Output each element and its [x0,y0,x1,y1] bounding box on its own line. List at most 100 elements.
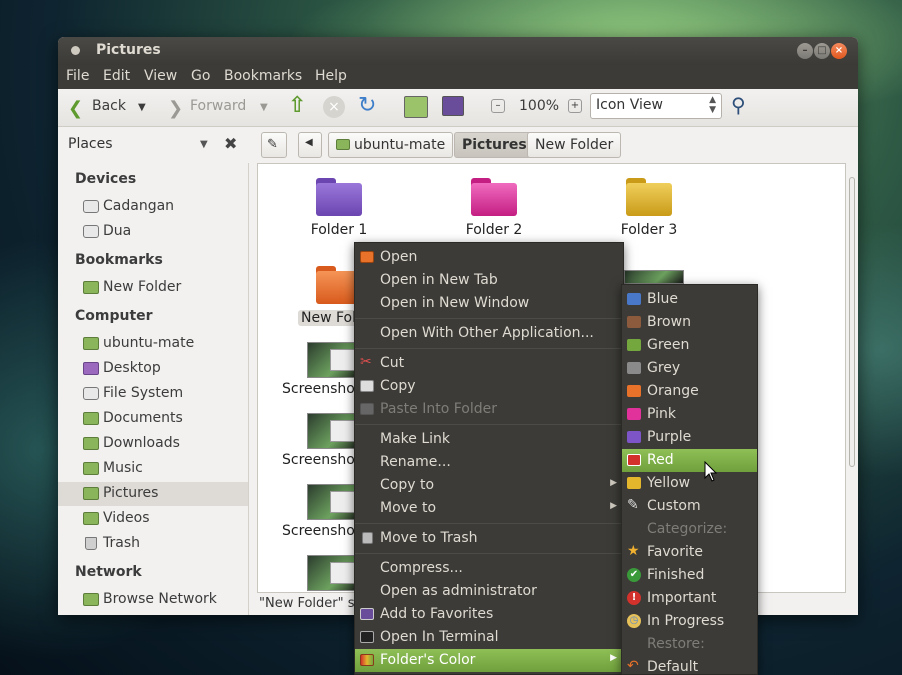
sidebar-item-browse-network[interactable]: Browse Network [58,588,248,612]
menu-item-color-orange[interactable]: Orange [622,380,757,403]
sidebar-item-documents[interactable]: Documents [58,407,248,431]
scrollbar-thumb[interactable] [849,177,855,467]
menu-separator [355,318,623,319]
folder-1-icon[interactable] [316,178,362,216]
sidebar-item-ubuntu-mate[interactable]: ubuntu-mate [58,332,248,356]
computer-icon[interactable] [442,96,464,116]
folder-2-icon[interactable] [471,178,517,216]
menu-item-color-custom[interactable]: ✎Custom [622,495,757,518]
toggle-location-button[interactable]: ✎ [261,132,287,158]
menu-item-add-to-favorites[interactable]: Add to Favorites [355,603,623,626]
menu-item-in-progress[interactable]: ◷In Progress [622,610,757,633]
menu-item-compress[interactable]: Compress... [355,557,623,580]
folder-3-label[interactable]: Folder 3 [589,222,709,238]
maximize-button[interactable]: □ [814,43,830,59]
screenshot-label[interactable]: Screenshot [282,381,360,397]
search-icon[interactable]: ⚲ [731,93,746,117]
zoom-out-icon[interactable]: – [491,99,505,113]
menu-item-label: Make Link [380,431,450,447]
window-menu-icon[interactable] [71,46,80,55]
folder-1-label[interactable]: Folder 1 [279,222,399,238]
home-icon[interactable] [404,96,428,118]
view-mode-select[interactable]: Icon View ▲▼ [590,93,722,119]
folder-3-icon[interactable] [626,178,672,216]
new-folder-label[interactable]: New Fol [298,310,359,326]
menu-item-color-red[interactable]: Red [622,449,757,472]
menu-item-move-to-trash[interactable]: Move to Trash [355,527,623,550]
menu-item-color-green[interactable]: Green [622,334,757,357]
menu-item-label: Purple [647,429,691,445]
screenshot-thumbnail[interactable] [624,270,684,284]
downloads-folder-icon [83,437,99,450]
menu-item-copy[interactable]: Copy [355,375,623,398]
menu-item-open-new-tab[interactable]: Open in New Tab [355,269,623,292]
sidebar-item-videos[interactable]: Videos [58,507,248,531]
menu-item-color-yellow[interactable]: Yellow [622,472,757,495]
menu-item-move-to[interactable]: Move to▶ [355,497,623,520]
sidebar-item-label: Trash [103,535,140,551]
menu-item-color-purple[interactable]: Purple [622,426,757,449]
sidebar-item-desktop[interactable]: Desktop [58,357,248,381]
menu-file[interactable]: File [66,68,89,84]
menu-item-default[interactable]: ↶Default [622,656,757,675]
menu-edit[interactable]: Edit [103,68,130,84]
title-bar[interactable]: Pictures – □ × [58,37,858,65]
sidebar-item-downloads[interactable]: Downloads [58,432,248,456]
minimize-button[interactable]: – [797,43,813,59]
menu-item-favorite[interactable]: ★Favorite [622,541,757,564]
up-arrow-icon[interactable]: ⇧ [288,93,306,118]
menu-go[interactable]: Go [191,68,210,84]
sidebar-item-file-system[interactable]: File System [58,382,248,406]
updown-icon: ▲▼ [709,95,716,115]
menu-item-color-blue[interactable]: Blue [622,288,757,311]
sidebar-item-new-folder[interactable]: New Folder [58,276,248,300]
screenshot-label[interactable]: Screenshot [282,523,360,539]
menu-item-folders-color[interactable]: Folder's Color▶ [355,649,623,672]
forward-button[interactable]: Forward [190,98,246,114]
vertical-scrollbar[interactable] [846,163,858,593]
menu-item-open-new-window[interactable]: Open in New Window [355,292,623,315]
crumb-ubuntu-mate[interactable]: ubuntu-mate [328,132,453,158]
menu-item-label: Default [647,659,698,675]
menu-item-color-grey[interactable]: Grey [622,357,757,380]
menu-bookmarks[interactable]: Bookmarks [224,68,302,84]
back-button[interactable]: Back [92,98,126,114]
menu-item-rename[interactable]: Rename... [355,451,623,474]
forward-history-dropdown-icon[interactable]: ▼ [260,102,268,113]
menu-item-label: Favorite [647,544,703,560]
menu-item-open-as-admin[interactable]: Open as administrator [355,580,623,603]
context-menu: Open Open in New Tab Open in New Window … [354,242,624,675]
sidebar-item-music[interactable]: Music [58,457,248,481]
sidebar-item-trash[interactable]: Trash [58,532,248,556]
path-scroll-left-button[interactable]: ◀ [298,132,322,158]
chevron-down-icon[interactable]: ▼ [200,139,208,150]
menu-help[interactable]: Help [315,68,347,84]
menu-item-finished[interactable]: ✔Finished [622,564,757,587]
stop-icon[interactable]: × [323,96,345,118]
sidebar-item-pictures[interactable]: Pictures [58,482,248,506]
menu-item-open-with[interactable]: Open With Other Application... [355,322,623,345]
menu-item-open[interactable]: Open [355,246,623,269]
menu-view[interactable]: View [144,68,177,84]
menu-item-color-brown[interactable]: Brown [622,311,757,334]
reload-icon[interactable]: ↻ [358,93,376,118]
zoom-in-icon[interactable]: + [568,99,582,113]
menu-item-copy-to[interactable]: Copy to▶ [355,474,623,497]
close-button[interactable]: × [831,43,847,59]
menu-item-open-in-terminal[interactable]: Open In Terminal [355,626,623,649]
crumb-new-folder[interactable]: New Folder [527,132,621,158]
close-pane-icon[interactable]: ✖ [224,134,237,153]
sidebar-item-cadangan[interactable]: Cadangan [58,195,248,219]
menu-item-make-link[interactable]: Make Link [355,428,623,451]
back-history-dropdown-icon[interactable]: ▼ [138,102,146,113]
menu-item-important[interactable]: !Important [622,587,757,610]
thumbnail-window [330,562,356,584]
menu-item-color-pink[interactable]: Pink [622,403,757,426]
screenshot-label[interactable]: Screenshot [282,452,360,468]
sidebar-item-dua[interactable]: Dua [58,220,248,244]
side-pane-selector[interactable]: Places [68,136,113,152]
crumb-pictures[interactable]: Pictures [454,132,535,158]
menu-item-cut[interactable]: ✂Cut [355,352,623,375]
menu-separator [355,523,623,524]
folder-2-label[interactable]: Folder 2 [434,222,554,238]
